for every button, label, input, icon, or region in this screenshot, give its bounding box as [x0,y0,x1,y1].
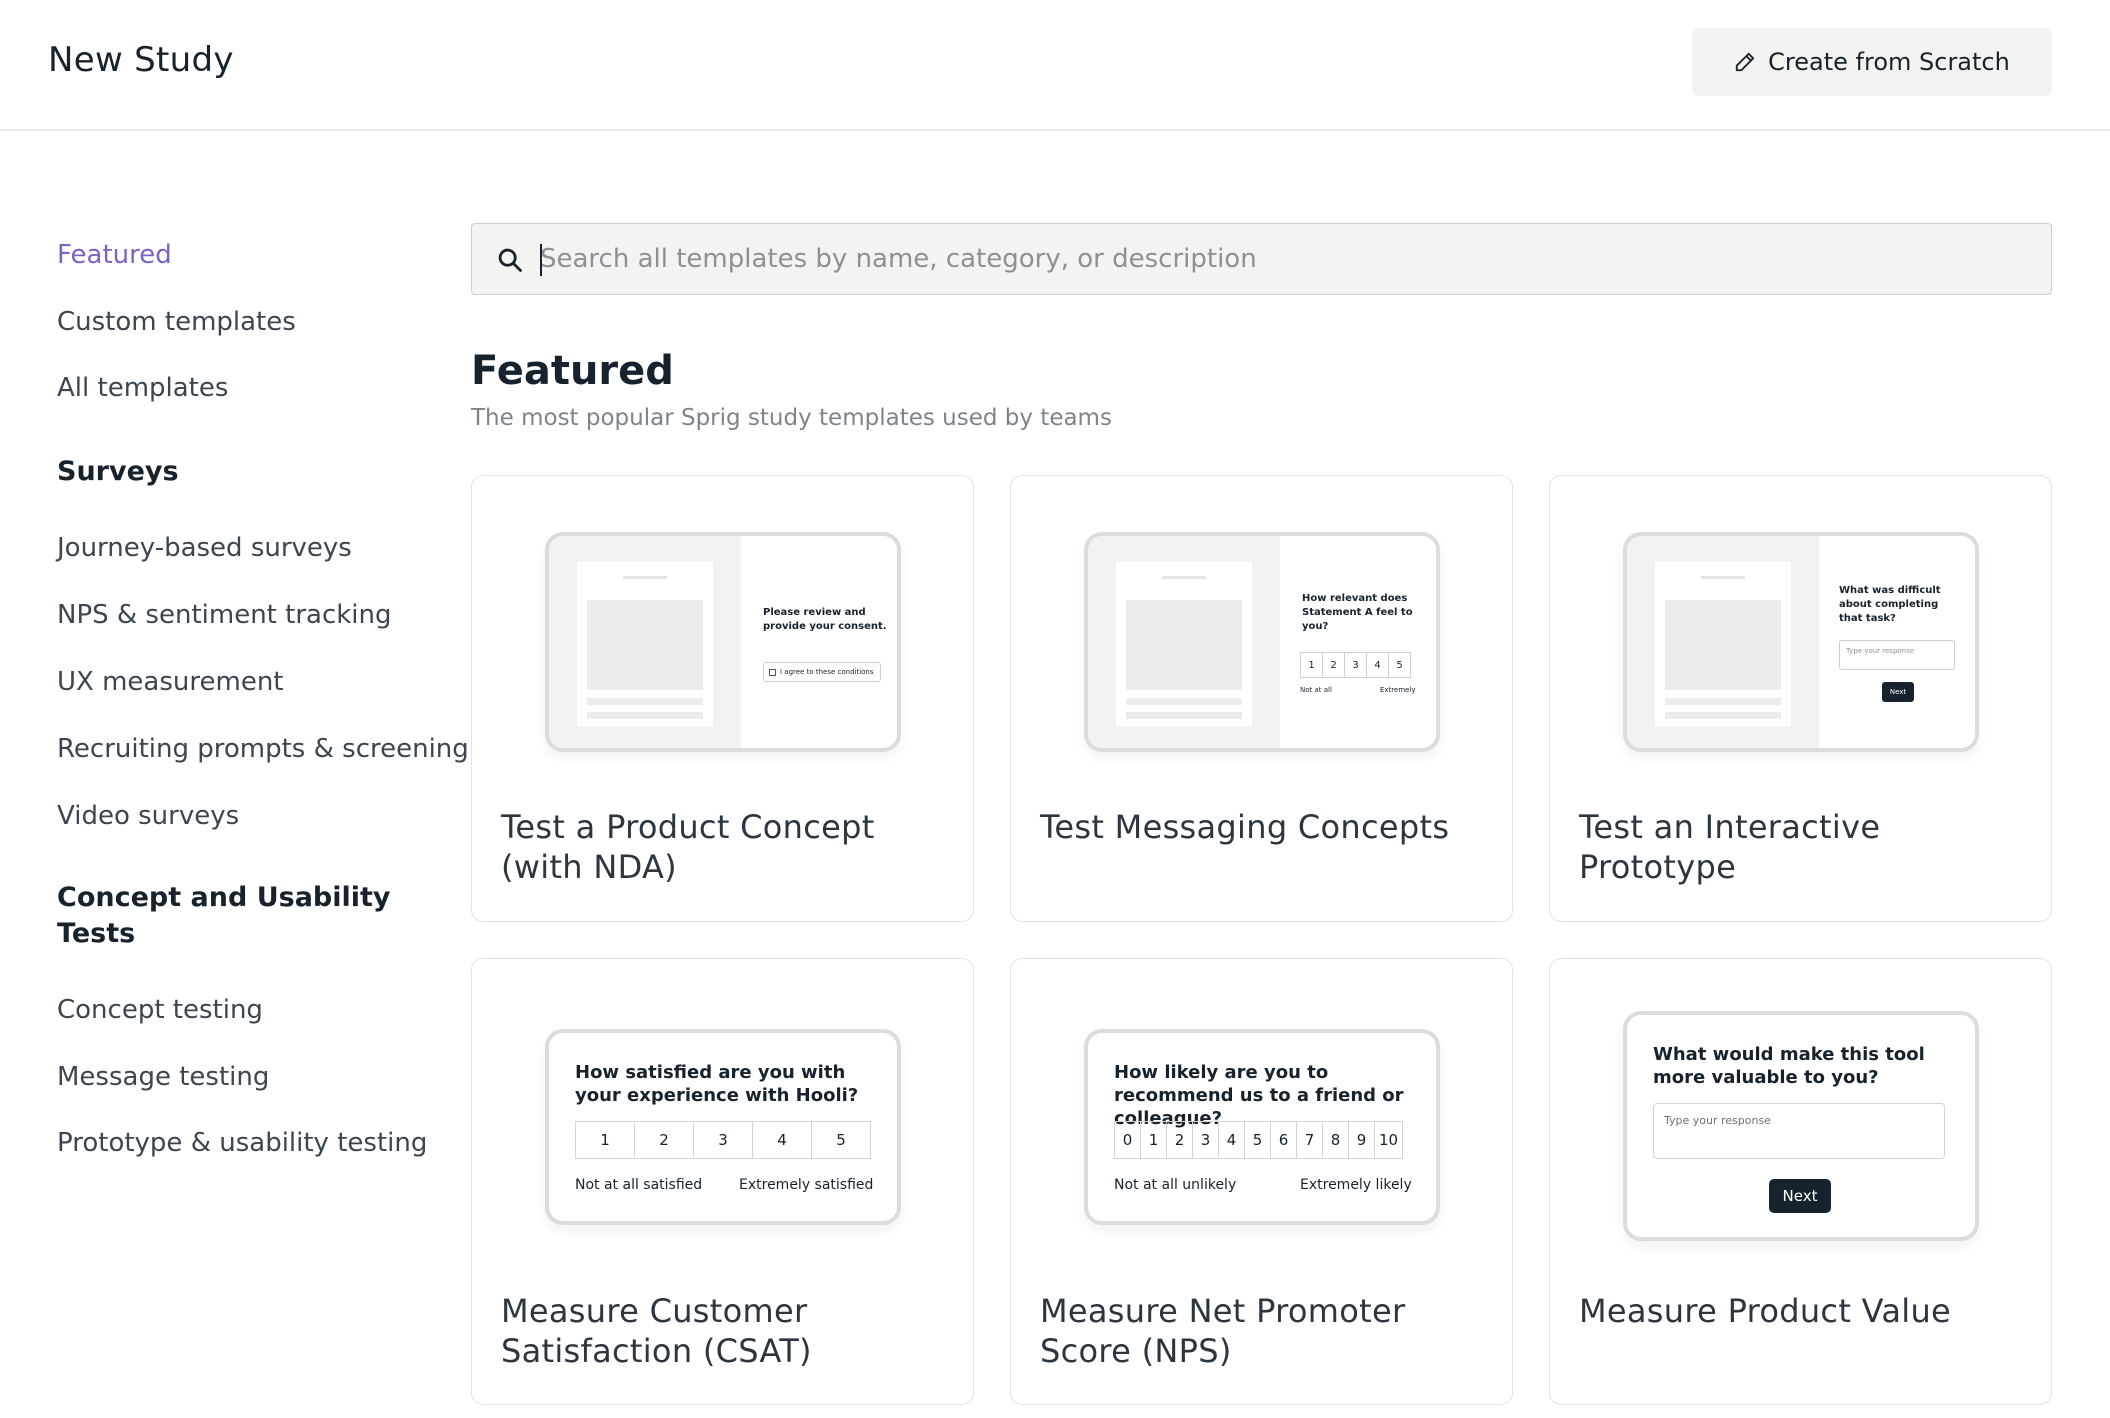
checkbox-icon [769,668,776,676]
pencil-icon [1735,52,1755,72]
card-title: Measure Net Promoter Score (NPS) [1040,1292,1406,1370]
scale-option: 9 [1348,1121,1375,1159]
scale-option: 7 [1296,1121,1323,1159]
scale-low-label: Not at all unlikely [1114,1177,1237,1193]
scale-high-label: Extremely [1380,686,1416,694]
template-card-product-concept-nda[interactable]: Please review and provide your consent. … [471,475,974,922]
sidebar-item-nps-sentiment-tracking[interactable]: NPS & sentiment tracking [57,600,392,630]
scale-option: 3 [1344,652,1367,678]
sidebar-item-journey-based-surveys[interactable]: Journey-based surveys [57,533,352,563]
preview-rating-scale: 1 2 3 4 5 [575,1121,871,1159]
scale-option: 3 [1192,1121,1219,1159]
preview-document [1116,562,1252,726]
preview-document [577,562,713,726]
scale-option: 4 [1366,652,1389,678]
preview-next-button: Next [1769,1179,1831,1213]
preview-question: What was difficult about completing that… [1839,585,1941,624]
scale-option: 0 [1114,1121,1141,1159]
preview-survey-panel: How relevant does Statement A feel to yo… [1280,536,1436,748]
create-from-scratch-button[interactable]: Create from Scratch [1692,28,2052,96]
preview-page-area [1627,536,1819,748]
sidebar-item-all-templates[interactable]: All templates [57,373,228,403]
scale-option: 2 [1166,1121,1193,1159]
create-from-scratch-label: Create from Scratch [1768,48,2010,76]
preview-survey-panel: Please review and provide your consent. … [741,536,897,748]
scale-option: 5 [1244,1121,1271,1159]
search-icon [498,248,522,272]
sidebar-item-prototype-usability-testing[interactable]: Prototype & usability testing [57,1128,427,1158]
preview-rating-scale: 1 2 3 4 5 [1300,652,1411,678]
sidebar-item-featured[interactable]: Featured [57,240,172,270]
template-card-product-value[interactable]: What would make this tool more valuable … [1549,958,2052,1405]
search-input[interactable] [540,236,2030,282]
section-title: Featured [471,348,674,394]
preview-question: How satisfied are you with your experien… [575,1062,859,1106]
preview-document [1655,562,1791,726]
section-subtitle: The most popular Sprig study templates u… [471,405,1112,431]
scale-option: 5 [1388,652,1411,678]
template-card-interactive-prototype[interactable]: What was difficult about completing that… [1549,475,2052,922]
template-card-csat[interactable]: How satisfied are you with your experien… [471,958,974,1405]
scale-high-label: Extremely likely [1300,1177,1412,1193]
scale-option: 4 [1218,1121,1245,1159]
preview-survey-panel: What was difficult about completing that… [1819,536,1975,748]
scale-option: 8 [1322,1121,1349,1159]
preview-question: How relevant does Statement A feel to yo… [1302,593,1413,632]
preview-page-area [1088,536,1280,748]
scale-option: 10 [1374,1121,1403,1159]
scale-option: 4 [752,1121,812,1159]
scale-option: 2 [1322,652,1345,678]
text-caret [540,244,542,276]
sidebar-heading-surveys: Surveys [57,456,179,487]
scale-option: 1 [1300,652,1323,678]
preview-consent-checkbox: I agree to these conditions [763,662,881,682]
scale-option: 1 [1140,1121,1167,1159]
sidebar-item-ux-measurement[interactable]: UX measurement [57,667,284,697]
sidebar-item-custom-templates[interactable]: Custom templates [57,307,296,337]
preview-checkbox-label: I agree to these conditions [780,668,874,676]
sidebar-item-recruiting-prompts-screening[interactable]: Recruiting prompts & screening [57,734,469,764]
template-preview: Please review and provide your consent. … [545,532,901,752]
scale-low-label: Not at all [1300,686,1332,694]
sidebar-item-message-testing[interactable]: Message testing [57,1062,269,1092]
scale-option: 1 [575,1121,635,1159]
preview-page-area [549,536,741,748]
card-title: Measure Customer Satisfaction (CSAT) [501,1292,812,1370]
top-bar: New Study Create from Scratch [0,0,2110,131]
card-title: Measure Product Value [1579,1292,1952,1330]
scale-option: 5 [811,1121,871,1159]
scale-option: 2 [634,1121,694,1159]
template-preview: How relevant does Statement A feel to yo… [1084,532,1440,752]
template-preview: What would make this tool more valuable … [1623,1011,1979,1241]
card-title: Test Messaging Concepts [1040,808,1450,846]
preview-nps-scale: 0 1 2 3 4 5 6 7 8 9 10 [1114,1121,1403,1159]
page-title: New Study [48,40,234,80]
scale-option: 3 [693,1121,753,1159]
sidebar-item-concept-testing[interactable]: Concept testing [57,995,263,1025]
search-bar [471,223,2052,295]
preview-next-button: Next [1882,682,1914,702]
card-title: Test a Product Concept (with NDA) [501,808,875,886]
preview-question: What would make this tool more valuable … [1653,1044,1925,1088]
card-title: Test an Interactive Prototype [1579,808,1881,886]
preview-response-input: Type your response [1839,640,1955,670]
template-preview: How likely are you to recommend us to a … [1084,1029,1440,1225]
preview-question: Please review and provide your consent. [763,607,887,632]
template-preview: What was difficult about completing that… [1623,532,1979,752]
scale-low-label: Not at all satisfied [575,1177,703,1193]
scale-option: 6 [1270,1121,1297,1159]
template-preview: How satisfied are you with your experien… [545,1029,901,1225]
template-card-nps[interactable]: How likely are you to recommend us to a … [1010,958,1513,1405]
preview-response-input: Type your response [1653,1103,1945,1159]
sidebar-item-video-surveys[interactable]: Video surveys [57,801,239,831]
sidebar-heading-concept-usability-tests: Concept and Usability Tests [57,882,391,949]
scale-high-label: Extremely satisfied [739,1177,874,1193]
template-card-messaging-concepts[interactable]: How relevant does Statement A feel to yo… [1010,475,1513,922]
preview-question: How likely are you to recommend us to a … [1114,1062,1404,1129]
